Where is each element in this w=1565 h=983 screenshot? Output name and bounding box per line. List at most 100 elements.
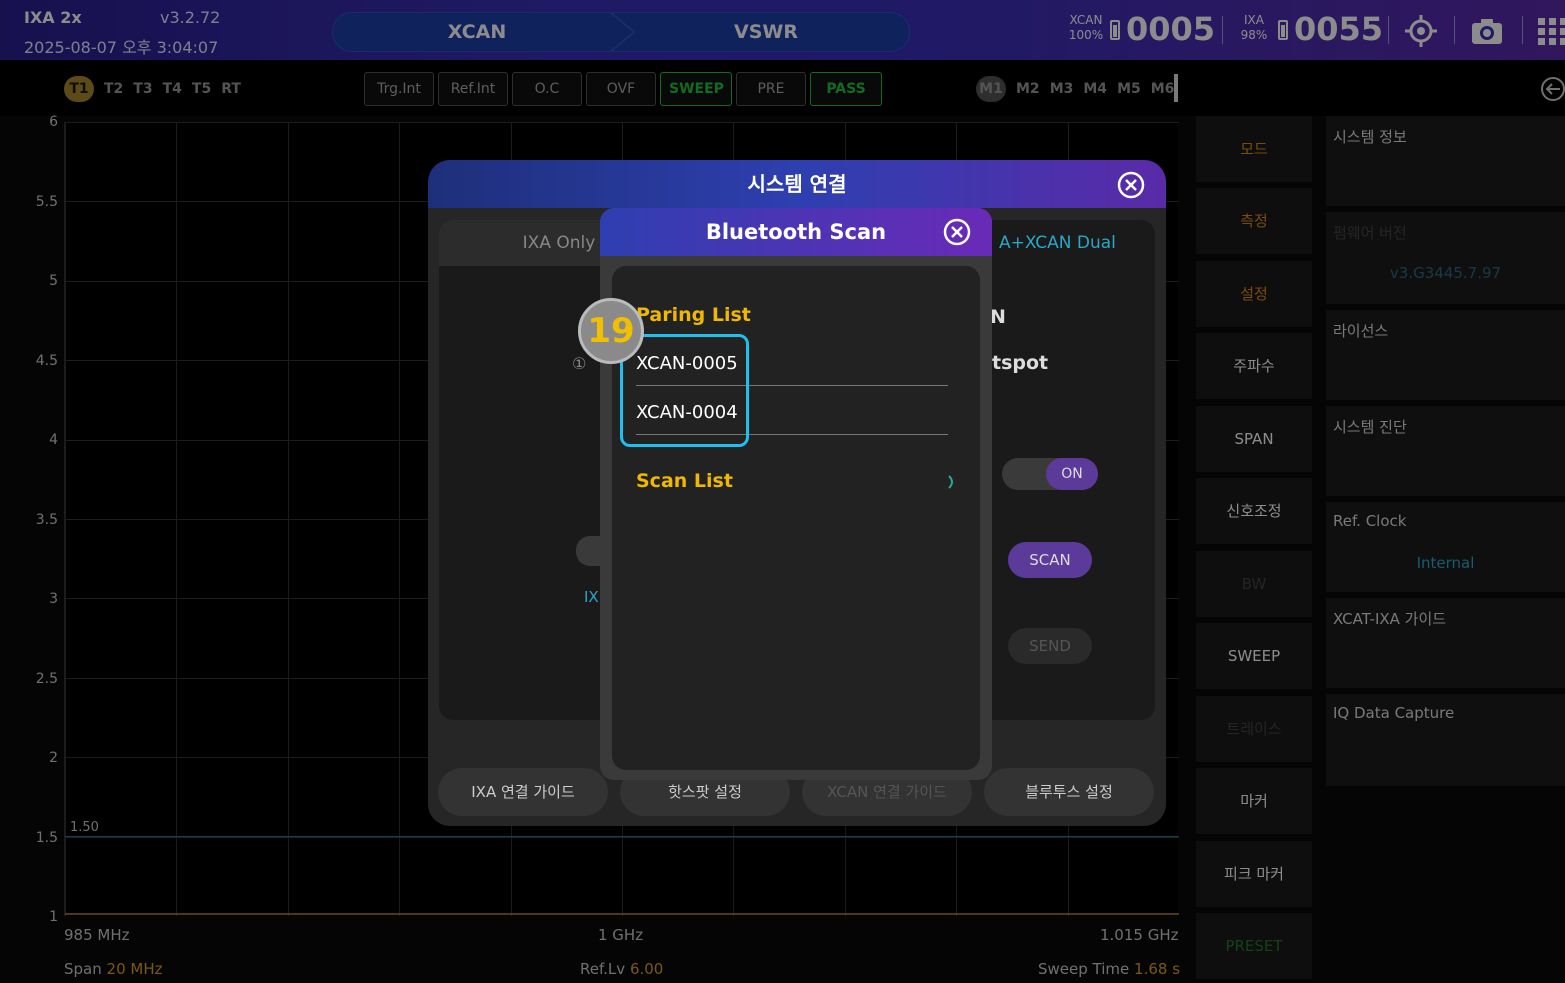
y-tick-label: 5.5 xyxy=(35,194,58,210)
send-button[interactable]: SEND xyxy=(1008,628,1092,664)
span-label: Span xyxy=(64,960,102,978)
y-tick-label: 4 xyxy=(49,432,58,448)
ixa-connection-guide-button[interactable]: IXA 연결 가이드 xyxy=(438,768,608,816)
bluetooth-scan-dialog: Bluetooth Scan Paring List XCAN-0005 XCA… xyxy=(600,208,992,780)
pairing-list-header: Paring List xyxy=(636,304,751,326)
tab-trace-4[interactable]: T4 xyxy=(163,76,182,102)
x-end-label: 1.015 GHz xyxy=(1100,926,1179,944)
dialog-title: 시스템 연결 xyxy=(747,172,847,196)
ixa-fragment: IX xyxy=(584,588,599,606)
pass-status[interactable]: PASS xyxy=(810,72,882,106)
firmware-version: v3.G3445.7.97 xyxy=(1389,264,1502,282)
app-version: v3.2.72 xyxy=(160,8,221,27)
iq-capture-title: IQ Data Capture xyxy=(1333,704,1455,722)
ixa-device-id: 0055 xyxy=(1294,10,1384,48)
mode-vswr[interactable]: VSWR xyxy=(622,12,910,52)
license-title: 라이선스 xyxy=(1333,322,1389,340)
menu-span[interactable]: SPAN xyxy=(1196,406,1312,472)
y-tick-label: 1 xyxy=(49,909,58,925)
menu-peak-marker[interactable]: 피크 마커 xyxy=(1196,841,1312,907)
xcan-label: XCAN xyxy=(1069,13,1103,27)
grid-menu-icon[interactable] xyxy=(1536,14,1565,48)
sweep-time-value: 1.68 s xyxy=(1134,960,1181,978)
scan-button[interactable]: SCAN xyxy=(1008,542,1092,578)
gps-target-icon[interactable] xyxy=(1404,14,1438,48)
x-center-label: 1 GHz xyxy=(598,926,644,944)
mode-selector[interactable]: XCAN VSWR xyxy=(332,12,910,52)
tab-marker-6[interactable]: M6 xyxy=(1151,76,1175,102)
bluetooth-settings-button[interactable]: 블루투스 설정 xyxy=(984,768,1154,816)
menu-signal-adjust[interactable]: 신호조정 xyxy=(1196,478,1312,544)
ixa-label: IXA xyxy=(1244,13,1264,27)
trigger-status[interactable]: Trg.Int xyxy=(364,72,434,106)
section-fragment: N xyxy=(990,306,1006,328)
panel-firmware[interactable]: 펌웨어 버전 v3.G3445.7.97 xyxy=(1326,212,1565,304)
menu-bw[interactable]: BW xyxy=(1196,551,1312,617)
menu-measure[interactable]: 측정 xyxy=(1196,188,1312,254)
step-number-badge: 19 xyxy=(578,298,644,364)
tab-dual-mode[interactable]: A+XCAN Dual xyxy=(999,220,1155,266)
tab-trace-rt[interactable]: RT xyxy=(221,76,241,102)
menu-preset[interactable]: PRESET xyxy=(1196,913,1312,979)
tab-trace-1[interactable]: T1 xyxy=(64,76,94,102)
app-name: IXA 2x xyxy=(24,8,82,27)
reference-status[interactable]: Ref.Int xyxy=(438,72,508,106)
ref-clock-label: Ref. Clock xyxy=(1333,512,1407,530)
oc-status[interactable]: O.C xyxy=(512,72,582,106)
menu-marker[interactable]: 마커 xyxy=(1196,768,1312,834)
camera-icon[interactable] xyxy=(1470,14,1504,48)
tab-trace-3[interactable]: T3 xyxy=(133,76,152,102)
tab-marker-2[interactable]: M2 xyxy=(1016,76,1040,102)
system-info-title: 시스템 정보 xyxy=(1333,128,1407,146)
marker-scroll-indicator xyxy=(1174,74,1178,102)
tab-marker-4[interactable]: M4 xyxy=(1083,76,1107,102)
status-indicators: Trg.Int Ref.Int O.C OVF SWEEP PRE PASS xyxy=(364,72,882,106)
scan-list-header: Scan List xyxy=(636,470,733,492)
menu-frequency[interactable]: 주파수 xyxy=(1196,333,1312,399)
y-tick-label: 3 xyxy=(49,591,58,607)
hotspot-toggle[interactable]: ON xyxy=(1002,458,1098,490)
span-value: 20 MHz xyxy=(106,960,163,978)
menu-settings[interactable]: 설정 xyxy=(1196,261,1312,327)
divider xyxy=(1388,16,1389,44)
panel-license[interactable]: 라이선스 xyxy=(1326,310,1565,400)
menu-mode[interactable]: 모드 xyxy=(1196,116,1312,182)
menu-trace[interactable]: 트레이스 xyxy=(1196,696,1312,762)
span-readout: Span 20 MHz xyxy=(64,960,162,978)
panel-diagnosis[interactable]: 시스템 진단 xyxy=(1326,406,1565,496)
dialog-title: Bluetooth Scan xyxy=(705,220,887,244)
y-tick-label: 1.5 xyxy=(35,830,58,846)
menu-sweep[interactable]: SWEEP xyxy=(1196,623,1312,689)
tab-marker-1[interactable]: M1 xyxy=(976,76,1006,102)
guide-title: XCAT-IXA 가이드 xyxy=(1333,610,1447,628)
y-tick-label: 3.5 xyxy=(35,512,58,528)
tab-marker-5[interactable]: M5 xyxy=(1117,76,1141,102)
tab-marker-3[interactable]: M3 xyxy=(1050,76,1074,102)
xcan-device-id: 0005 xyxy=(1126,10,1216,48)
divider xyxy=(1522,16,1523,44)
ixa-battery-percent: 98% xyxy=(1240,28,1268,42)
panel-guide[interactable]: XCAT-IXA 가이드 xyxy=(1326,598,1565,688)
step-one-fragment: ① xyxy=(572,354,587,373)
ovf-status[interactable]: OVF xyxy=(586,72,656,106)
panel-system-info[interactable]: 시스템 정보 xyxy=(1326,116,1565,206)
pre-status[interactable]: PRE xyxy=(736,72,806,106)
sweep-status[interactable]: SWEEP xyxy=(660,72,732,106)
loading-spinner-icon xyxy=(948,475,953,489)
tab-trace-2[interactable]: T2 xyxy=(104,76,123,102)
reflevel-value: 6.00 xyxy=(629,960,664,978)
panel-iq-capture[interactable]: IQ Data Capture xyxy=(1326,694,1565,786)
trace-tabs: T1 T2 T3 T4 T5 RT xyxy=(64,76,241,102)
highlight-box xyxy=(620,334,749,447)
back-arrow-icon[interactable] xyxy=(1540,76,1565,102)
battery-icon xyxy=(1278,20,1288,40)
y-tick-label: 5 xyxy=(49,273,58,289)
y-tick-label: 6 xyxy=(49,114,58,130)
tab-trace-5[interactable]: T5 xyxy=(192,76,211,102)
close-icon[interactable] xyxy=(1116,170,1146,200)
panel-ref-clock[interactable]: Ref. Clock Internal xyxy=(1326,502,1565,592)
mode-xcan[interactable]: XCAN xyxy=(332,12,622,52)
x-start-label: 985 MHz xyxy=(64,926,130,944)
close-icon[interactable] xyxy=(942,217,972,247)
diagnosis-title: 시스템 진단 xyxy=(1333,418,1407,436)
